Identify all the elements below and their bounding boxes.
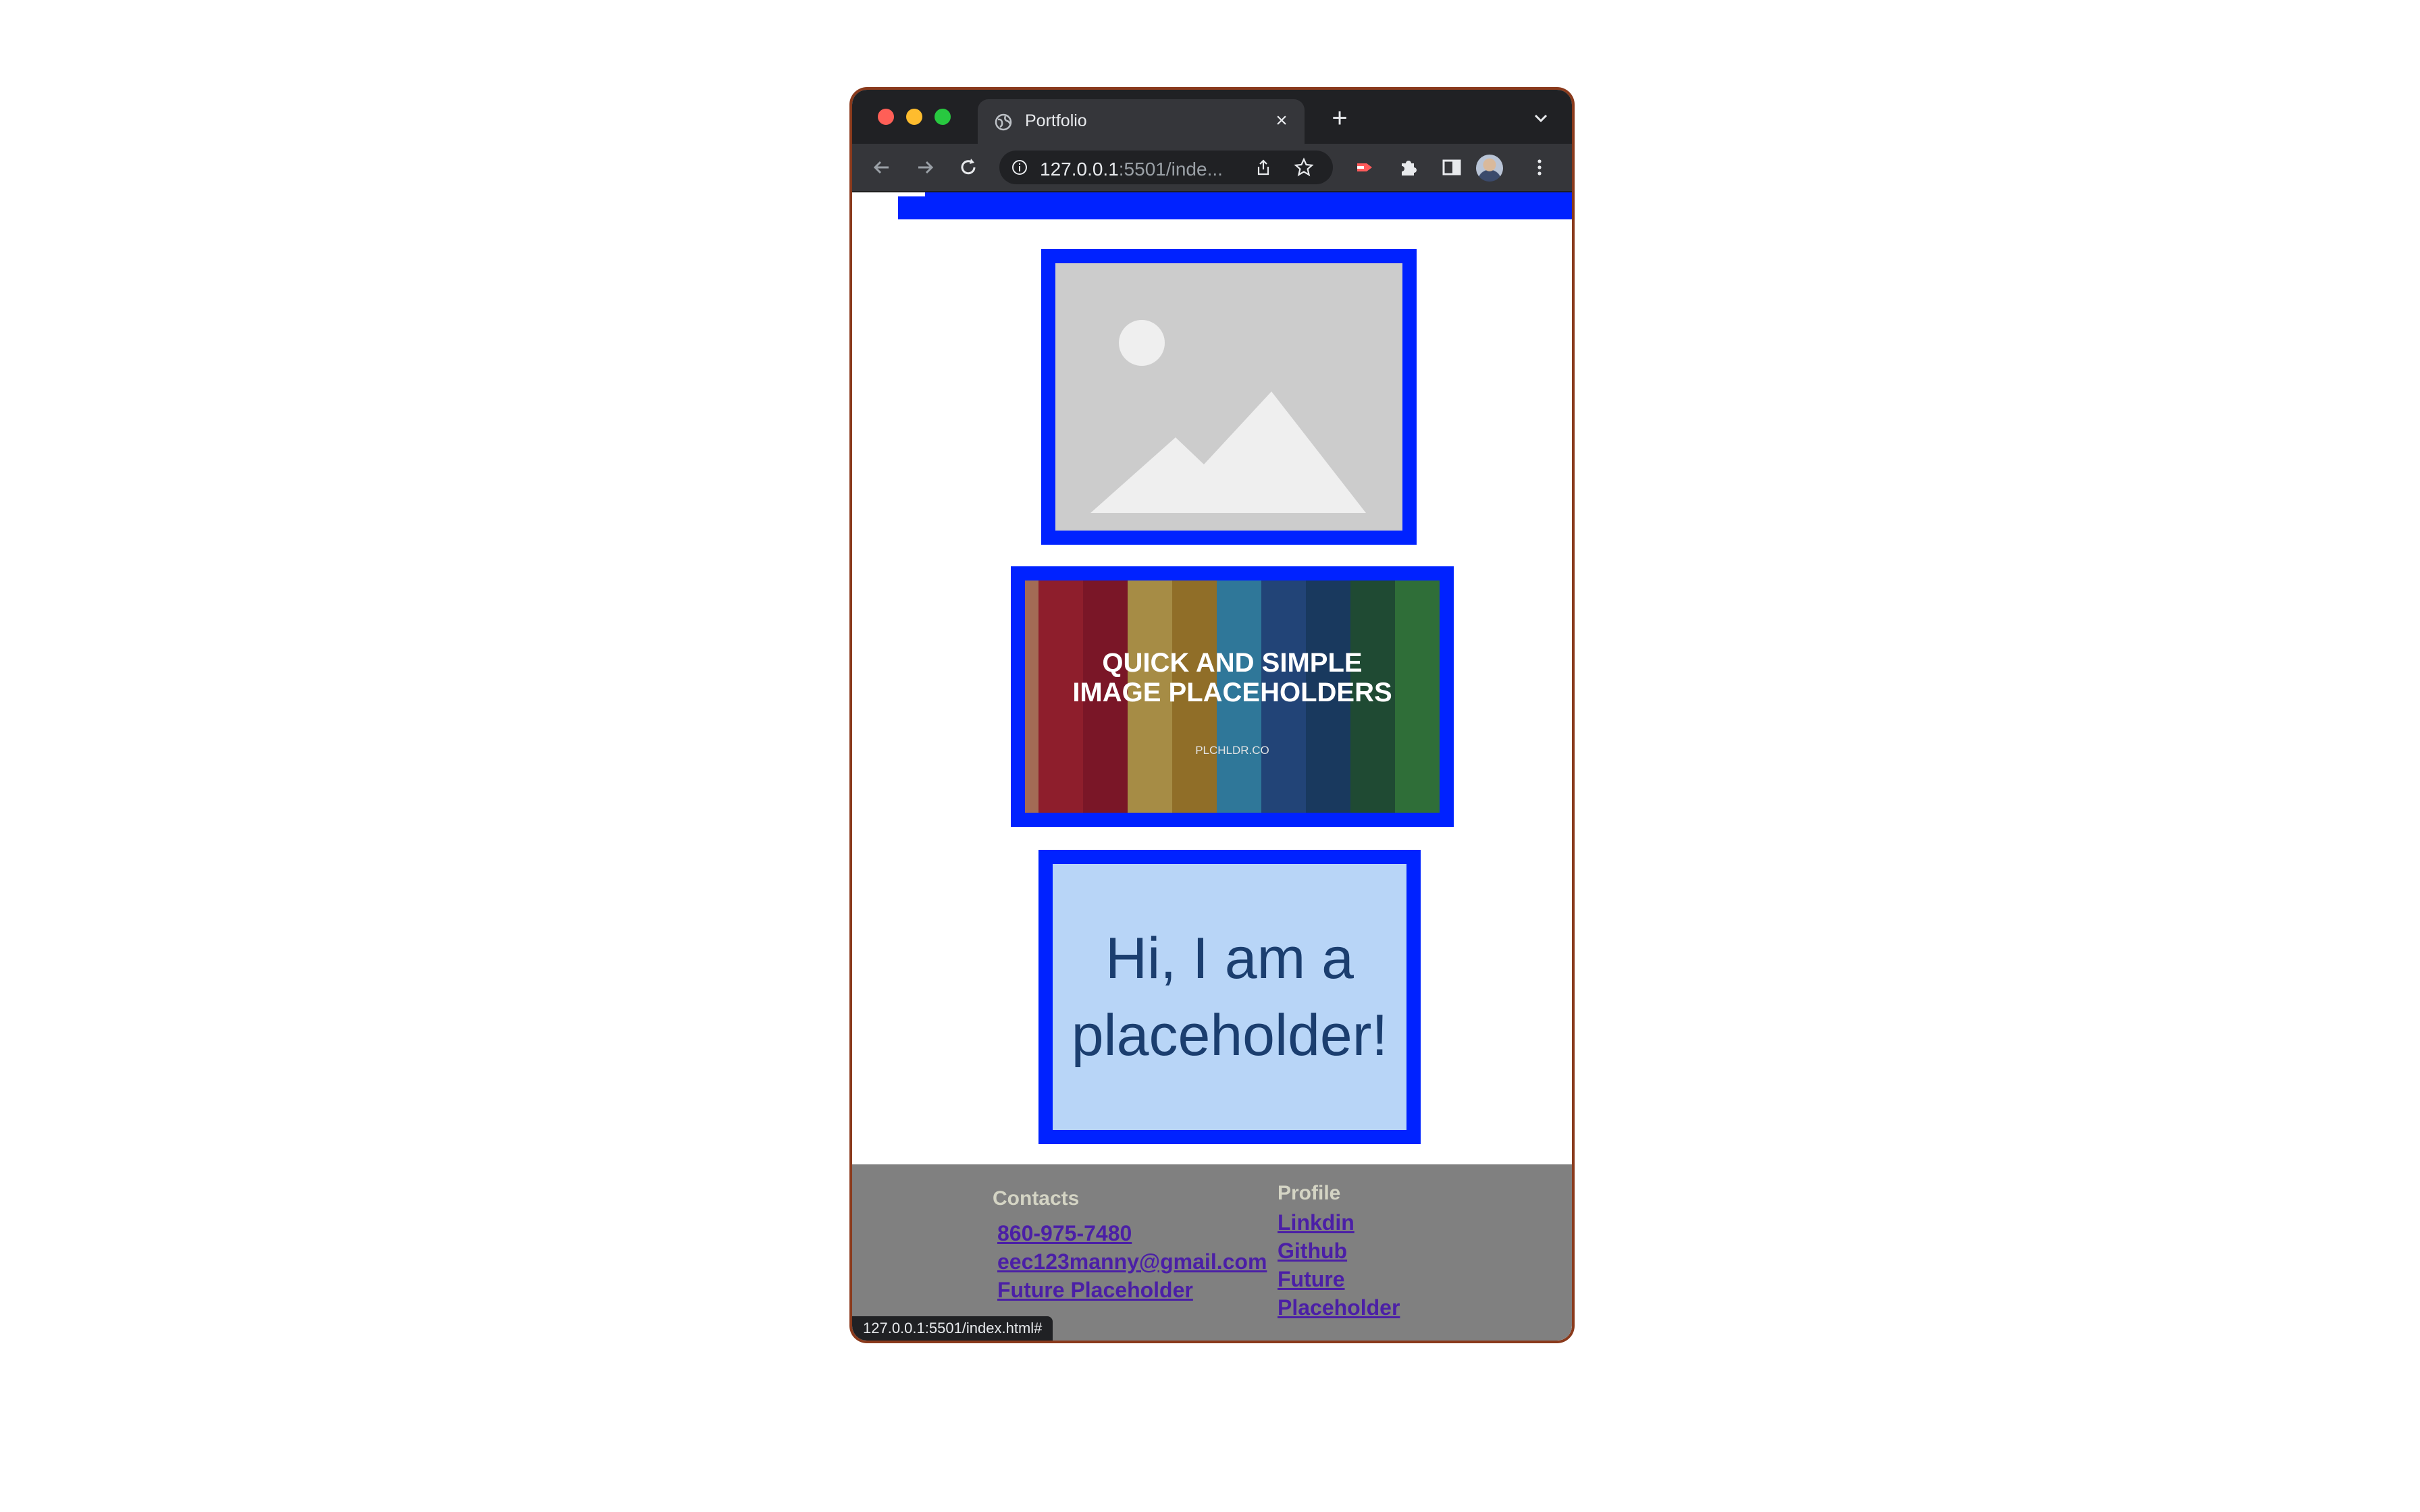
banner-title-line1: QUICK AND SIMPLE: [1102, 648, 1363, 678]
placeholder-text: Hi, I am a placeholder!: [1053, 864, 1406, 1130]
image-frame-landscape: [1041, 249, 1417, 545]
url-path: :5501/inde...: [1118, 159, 1223, 180]
tab-title: Portfolio: [1025, 111, 1087, 130]
image-placeholder-icon: [1055, 263, 1402, 531]
profile-heading: Profile: [1278, 1182, 1341, 1204]
profile-avatar[interactable]: [1476, 155, 1503, 182]
status-bar-url: 127.0.0.1:5501/index.html#: [852, 1316, 1053, 1341]
more-menu-icon[interactable]: [1527, 155, 1552, 180]
image-frame-banner: QUICK AND SIMPLE IMAGE PLACEHOLDERS PLCH…: [1011, 566, 1454, 827]
github-link[interactable]: Github: [1278, 1239, 1347, 1264]
contacts-heading: Contacts: [993, 1187, 1080, 1210]
address-bar[interactable]: 127.0.0.1:5501/inde...: [999, 151, 1333, 184]
chevron-down-icon[interactable]: [1530, 107, 1552, 129]
browser-toolbar: 127.0.0.1:5501/inde...: [852, 144, 1572, 192]
linkedin-link[interactable]: Linkdin: [1278, 1210, 1354, 1235]
reload-icon[interactable]: [956, 155, 980, 180]
puzzle-piece-icon[interactable]: [1396, 155, 1421, 180]
banner-site: PLCHLDR.CO: [1195, 744, 1269, 757]
minimize-window-button[interactable]: [906, 109, 922, 125]
new-tab-button[interactable]: +: [1326, 105, 1353, 132]
footer: Contacts 860-975-7480 eec123manny@gmail.…: [852, 1164, 1572, 1341]
profile-future-link[interactable]: Future: [1278, 1267, 1345, 1292]
maximize-window-button[interactable]: [935, 109, 951, 125]
star-icon[interactable]: [1294, 157, 1314, 178]
globe-icon: [995, 113, 1012, 131]
header-notch: [898, 192, 925, 196]
close-tab-icon[interactable]: ×: [1269, 109, 1294, 133]
forward-arrow-icon[interactable]: [913, 155, 937, 180]
info-icon[interactable]: [1011, 159, 1028, 176]
back-arrow-icon[interactable]: [870, 155, 894, 180]
browser-tab[interactable]: Portfolio ×: [978, 99, 1305, 144]
banner-title-line2: IMAGE PLACEHOLDERS: [1072, 678, 1392, 707]
side-panel-icon[interactable]: [1440, 155, 1464, 180]
page-viewport: QUICK AND SIMPLE IMAGE PLACEHOLDERS PLCH…: [852, 192, 1572, 1341]
share-icon[interactable]: [1255, 159, 1272, 176]
extension-icon[interactable]: [1353, 155, 1377, 180]
header-bar: [898, 192, 1572, 219]
email-link[interactable]: eec123manny@gmail.com: [997, 1249, 1267, 1274]
contacts-future-placeholder-link[interactable]: Future Placeholder: [997, 1278, 1193, 1303]
browser-window: Portfolio × + 127.0.0.1:5501/inde... QUI…: [852, 90, 1572, 1341]
phone-link[interactable]: 860-975-7480: [997, 1221, 1132, 1246]
profile-placeholder-link[interactable]: Placeholder: [1278, 1295, 1400, 1320]
banner-title: QUICK AND SIMPLE IMAGE PLACEHOLDERS: [1025, 648, 1440, 707]
browser-titlebar: Portfolio × +: [852, 90, 1572, 144]
url-text: 127.0.0.1:5501/inde...: [1040, 159, 1223, 180]
url-host: 127.0.0.1: [1040, 159, 1119, 180]
image-frame-text: Hi, I am a placeholder!: [1038, 850, 1421, 1144]
close-window-button[interactable]: [878, 109, 894, 125]
